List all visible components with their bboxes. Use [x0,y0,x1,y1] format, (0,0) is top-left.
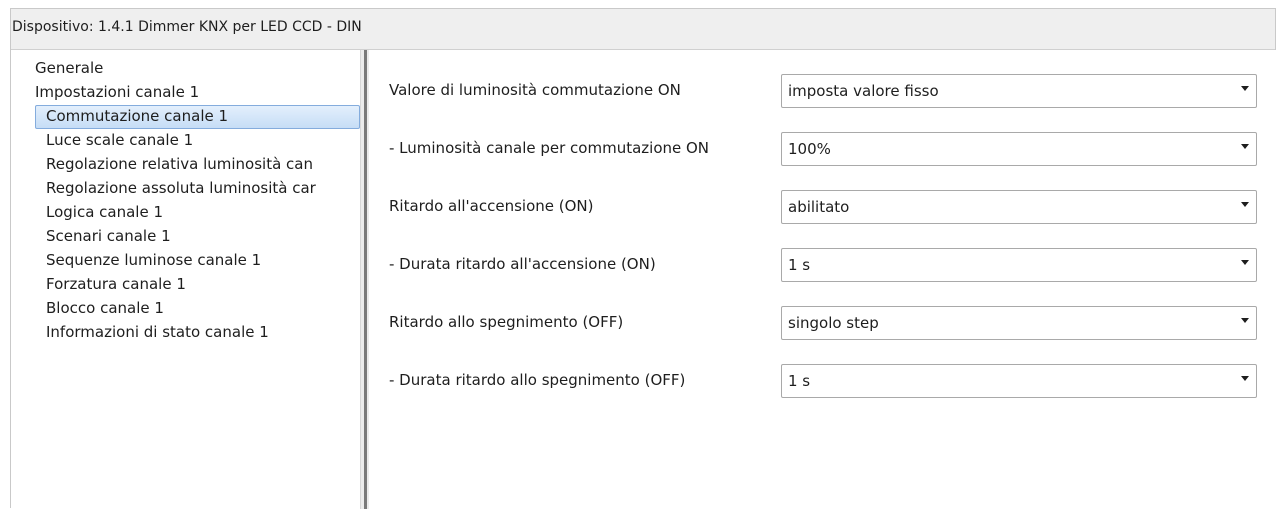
param-row-durata-ritardo-accensione: - Durata ritardo all'accensione (ON) 1 s [369,248,1277,282]
chevron-down-icon [1241,202,1249,207]
tree-item-label: Luce scale canale 1 [46,131,194,149]
tree-item-label: Sequenze luminose canale 1 [46,251,262,269]
durata-ritardo-spegnimento-dropdown[interactable]: 1 s [781,364,1257,398]
tree-item-sequenze-luminose-canale-1[interactable]: Sequenze luminose canale 1 [11,249,360,273]
tree-item-logica-canale-1[interactable]: Logica canale 1 [11,201,360,225]
param-label: Ritardo all'accensione (ON) [389,197,594,215]
tree-item-label: Generale [35,59,104,77]
tree-item-impostazioni-canale-1[interactable]: Impostazioni canale 1 [11,81,360,105]
ritardo-accensione-dropdown[interactable]: abilitato [781,190,1257,224]
chevron-down-icon [1241,318,1249,323]
chevron-down-icon [1241,376,1249,381]
param-label: Valore di luminosità commutazione ON [389,81,681,99]
param-label: - Durata ritardo all'accensione (ON) [389,255,656,273]
tree-item-forzatura-canale-1[interactable]: Forzatura canale 1 [11,273,360,297]
dropdown-value: 1 s [788,256,811,274]
device-title-bar: Dispositivo: 1.4.1 Dimmer KNX per LED CC… [11,9,1275,50]
param-row-luminosita-canale: - Luminosità canale per commutazione ON … [369,132,1277,166]
tree-item-scenari-canale-1[interactable]: Scenari canale 1 [11,225,360,249]
tree-item-label: Informazioni di stato canale 1 [46,323,269,341]
param-label: Ritardo allo spegnimento (OFF) [389,313,624,331]
dropdown-value: abilitato [788,198,850,216]
tree-item-blocco-canale-1[interactable]: Blocco canale 1 [11,297,360,321]
parameter-window: Dispositivo: 1.4.1 Dimmer KNX per LED CC… [10,8,1277,509]
tree-item-regolazione-relativa[interactable]: Regolazione relativa luminosità can [11,153,360,177]
device-title: Dispositivo: 1.4.1 Dimmer KNX per LED CC… [12,19,362,35]
luminosita-canale-dropdown[interactable]: 100% [781,132,1257,166]
dropdown-value: 1 s [788,372,811,390]
tree-item-label: Commutazione canale 1 [46,107,229,125]
param-label: - Luminosità canale per commutazione ON [389,139,710,157]
param-row-durata-ritardo-spegnimento: - Durata ritardo allo spegnimento (OFF) … [369,364,1277,398]
valore-luminosita-dropdown[interactable]: imposta valore fisso [781,74,1257,108]
tree-item-luce-scale-canale-1[interactable]: Luce scale canale 1 [11,129,360,153]
chevron-down-icon [1241,144,1249,149]
param-row-ritardo-spegnimento: Ritardo allo spegnimento (OFF) singolo s… [369,306,1277,340]
pane-splitter[interactable] [360,50,369,509]
tree-item-informazioni-stato-canale-1[interactable]: Informazioni di stato canale 1 [11,321,360,345]
chevron-down-icon [1241,86,1249,91]
tree-item-generale[interactable]: Generale [11,57,360,81]
dropdown-value: imposta valore fisso [788,82,939,100]
tree-item-regolazione-assoluta[interactable]: Regolazione assoluta luminosità car [11,177,360,201]
dropdown-value: 100% [788,140,831,158]
durata-ritardo-accensione-dropdown[interactable]: 1 s [781,248,1257,282]
tree-item-label: Regolazione relativa luminosità can [46,155,313,173]
ritardo-spegnimento-dropdown[interactable]: singolo step [781,306,1257,340]
tree-item-label: Scenari canale 1 [46,227,171,245]
param-row-ritardo-accensione: Ritardo all'accensione (ON) abilitato [369,190,1277,224]
param-label: - Durata ritardo allo spegnimento (OFF) [389,371,686,389]
tree-item-commutazione-canale-1[interactable]: Commutazione canale 1 [35,105,360,129]
tree-item-label: Regolazione assoluta luminosità car [46,179,316,197]
chevron-down-icon [1241,260,1249,265]
tree-item-label: Logica canale 1 [46,203,164,221]
dropdown-value: singolo step [788,314,879,332]
parameter-panel: Valore di luminosità commutazione ON imp… [369,50,1277,509]
tree-item-label: Impostazioni canale 1 [35,83,200,101]
param-row-valore-luminosita: Valore di luminosità commutazione ON imp… [369,74,1277,108]
tree-item-label: Blocco canale 1 [46,299,164,317]
parameter-tree: Generale Impostazioni canale 1 Commutazi… [11,50,360,509]
tree-item-label: Forzatura canale 1 [46,275,186,293]
